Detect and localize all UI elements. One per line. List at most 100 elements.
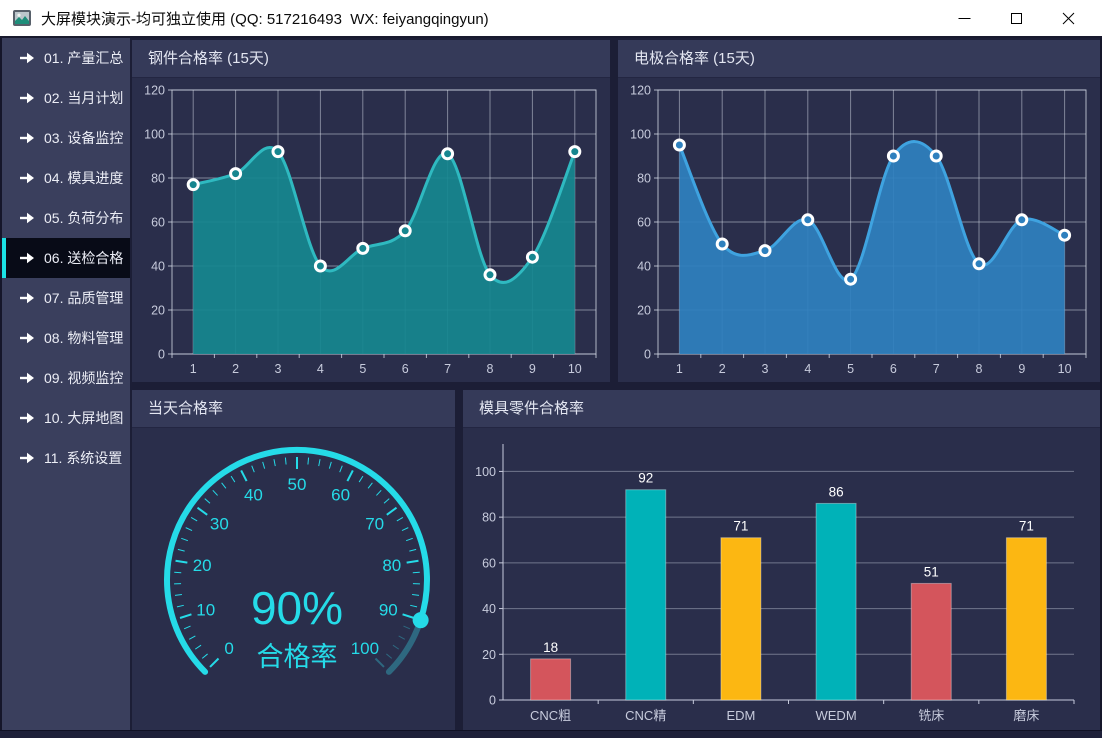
arrow-right-icon	[19, 212, 35, 224]
arrow-right-icon	[19, 412, 35, 424]
svg-text:2: 2	[232, 362, 239, 376]
svg-text:9: 9	[529, 362, 536, 376]
minimize-icon	[958, 12, 971, 25]
svg-text:92: 92	[638, 471, 653, 486]
close-button[interactable]	[1042, 0, 1094, 36]
svg-text:60: 60	[637, 216, 651, 230]
sidebar-item-label: 05. 负荷分布	[44, 208, 123, 228]
footer-strip	[0, 730, 1102, 738]
sidebar-item-09[interactable]: 09. 视频监控	[2, 358, 130, 398]
svg-text:40: 40	[637, 260, 651, 274]
svg-text:20: 20	[193, 556, 212, 575]
panel-today-pass-rate: 当天合格率 010203040506070809010090%合格率	[132, 390, 455, 730]
svg-text:3: 3	[275, 362, 282, 376]
svg-text:18: 18	[543, 640, 558, 655]
svg-text:10: 10	[568, 362, 582, 376]
svg-text:5: 5	[847, 362, 854, 376]
svg-text:80: 80	[637, 172, 651, 186]
svg-text:100: 100	[630, 128, 651, 142]
svg-text:100: 100	[351, 639, 379, 658]
app-icon	[12, 8, 32, 28]
svg-text:90: 90	[379, 601, 398, 620]
svg-text:6: 6	[890, 362, 897, 376]
svg-text:EDM: EDM	[726, 708, 755, 723]
arrow-right-icon	[19, 172, 35, 184]
steel-pass-rate-area-chart: 02040608010012012345678910	[132, 78, 610, 382]
maximize-icon	[1010, 12, 1023, 25]
sidebar-item-08[interactable]: 08. 物料管理	[2, 318, 130, 358]
maximize-button[interactable]	[990, 0, 1042, 36]
svg-text:0: 0	[644, 348, 651, 362]
svg-text:100: 100	[144, 128, 165, 142]
panel-steel-pass-rate: 钢件合格率 (15天) 02040608010012012345678910	[132, 40, 610, 382]
svg-text:1: 1	[190, 362, 197, 376]
electrode-pass-rate-area-chart: 02040608010012012345678910	[618, 78, 1100, 382]
svg-text:10: 10	[1058, 362, 1072, 376]
sidebar-item-10[interactable]: 10. 大屏地图	[2, 398, 130, 438]
sidebar-item-07[interactable]: 07. 品质管理	[2, 278, 130, 318]
picture-icon	[12, 8, 32, 28]
sidebar-item-label: 09. 视频监控	[44, 368, 123, 388]
mold-parts-pass-rate-bar-chart: 02040608010018CNC粗92CNC精71EDM86WEDM51铣床7…	[463, 428, 1100, 730]
svg-text:60: 60	[482, 556, 496, 570]
sidebar-item-04[interactable]: 04. 模具进度	[2, 158, 130, 198]
close-icon	[1062, 12, 1075, 25]
svg-text:4: 4	[804, 362, 811, 376]
arrow-right-icon	[19, 252, 35, 264]
svg-text:20: 20	[637, 304, 651, 318]
panel-title-steel: 钢件合格率 (15天)	[132, 40, 610, 78]
svg-text:3: 3	[762, 362, 769, 376]
svg-text:90%: 90%	[251, 582, 343, 634]
svg-text:71: 71	[733, 519, 748, 534]
svg-text:0: 0	[158, 348, 165, 362]
sidebar-item-label: 06. 送检合格	[44, 248, 123, 268]
svg-text:磨床: 磨床	[1013, 708, 1039, 723]
sidebar-item-label: 11. 系统设置	[44, 448, 122, 468]
sidebar-item-label: 07. 品质管理	[44, 288, 123, 308]
sidebar-item-03[interactable]: 03. 设备监控	[2, 118, 130, 158]
svg-text:60: 60	[331, 485, 350, 504]
arrow-right-icon	[19, 372, 35, 384]
sidebar-item-11[interactable]: 11. 系统设置	[2, 438, 130, 478]
svg-text:30: 30	[210, 515, 229, 534]
sidebar-item-label: 04. 模具进度	[44, 168, 123, 188]
svg-text:51: 51	[924, 564, 939, 579]
svg-text:80: 80	[151, 172, 165, 186]
svg-text:7: 7	[444, 362, 451, 376]
svg-text:8: 8	[976, 362, 983, 376]
svg-text:80: 80	[382, 556, 401, 575]
svg-text:50: 50	[288, 475, 307, 494]
svg-text:2: 2	[719, 362, 726, 376]
sidebar-item-label: 02. 当月计划	[44, 88, 123, 108]
minimize-button[interactable]	[938, 0, 990, 36]
sidebar-item-02[interactable]: 02. 当月计划	[2, 78, 130, 118]
sidebar: 01. 产量汇总 02. 当月计划 03. 设备监控 04. 模具进度 05. 负荷分布…	[0, 38, 130, 730]
svg-text:120: 120	[630, 84, 651, 98]
sidebar-item-01[interactable]: 01. 产量汇总	[2, 38, 130, 78]
sidebar-item-label: 10. 大屏地图	[44, 408, 123, 428]
arrow-right-icon	[19, 332, 35, 344]
arrow-right-icon	[19, 452, 35, 464]
svg-text:40: 40	[244, 485, 263, 504]
panel-title-today: 当天合格率	[132, 390, 455, 428]
svg-text:7: 7	[933, 362, 940, 376]
svg-text:100: 100	[475, 465, 496, 479]
svg-text:WEDM: WEDM	[815, 708, 856, 723]
svg-text:1: 1	[676, 362, 683, 376]
sidebar-item-05[interactable]: 05. 负荷分布	[2, 198, 130, 238]
svg-text:60: 60	[151, 216, 165, 230]
svg-text:8: 8	[487, 362, 494, 376]
arrow-right-icon	[19, 92, 35, 104]
window-controls	[938, 0, 1094, 36]
svg-text:5: 5	[359, 362, 366, 376]
titlebar: 大屏模块演示-均可独立使用 (QQ: 517216493 WX: feiyang…	[0, 0, 1102, 38]
svg-text:20: 20	[482, 648, 496, 662]
sidebar-item-label: 08. 物料管理	[44, 328, 123, 348]
svg-text:0: 0	[489, 694, 496, 708]
panel-electrode-pass-rate: 电极合格率 (15天) 02040608010012012345678910	[618, 40, 1100, 382]
arrow-right-icon	[19, 292, 35, 304]
svg-text:4: 4	[317, 362, 324, 376]
svg-text:铣床: 铣床	[918, 708, 944, 723]
sidebar-item-06[interactable]: 06. 送检合格	[2, 238, 130, 278]
panel-mold-parts-pass-rate: 模具零件合格率 02040608010018CNC粗92CNC精71EDM86W…	[463, 390, 1100, 730]
